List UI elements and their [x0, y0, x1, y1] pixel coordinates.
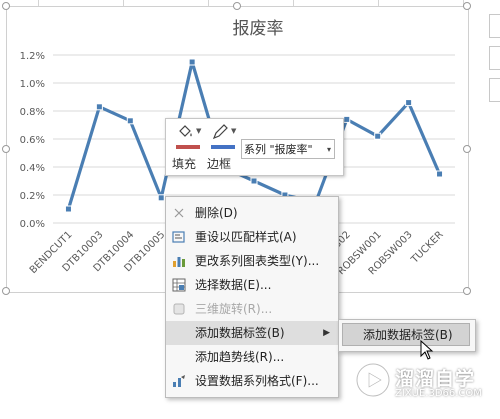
fill-dropdown-arrow-icon[interactable]: ▼ [196, 127, 201, 135]
menu-item-label: 添加数据标签(B) [195, 326, 285, 340]
data-point[interactable] [64, 205, 72, 213]
watermark: 溜溜自学 ZIXUE.3D66.COM [355, 362, 495, 402]
resize-handle-bottom-left[interactable] [2, 287, 10, 295]
menu-item-label: 三维旋转(R)... [195, 302, 273, 316]
delete-icon [171, 205, 187, 221]
reset-style-icon [171, 229, 187, 245]
data-point[interactable] [95, 103, 103, 111]
menu-item-select-data[interactable]: 选择数据(E)... [166, 273, 338, 297]
submenu-arrow-icon: ▶ [323, 328, 330, 338]
y-tick-label: 0.4% [20, 163, 45, 174]
chart-title: 报废率 [233, 19, 284, 39]
x-tick-label: TUCKER [409, 229, 446, 266]
data-point[interactable] [374, 132, 382, 140]
menu-item-3d-rotation[interactable]: 三维旋转(R)... [166, 297, 338, 321]
chart-filters-button[interactable] [489, 78, 500, 102]
mini-format-toolbar: ▼ 填充 ▼ 边框 系列 "报废率" ▾ [165, 118, 344, 176]
fill-label: 填充 [172, 157, 197, 171]
y-tick-label: 1.2% [20, 51, 45, 62]
context-menu: 删除(D) 重设以匹配样式(A) 更改系列图表类型(Y)... 选择数据(E).… [165, 196, 339, 398]
resize-handle-left[interactable] [2, 145, 10, 153]
data-point[interactable] [405, 99, 413, 107]
menu-item-reset-style[interactable]: 重设以匹配样式(A) [166, 225, 338, 249]
play-logo-icon [355, 362, 391, 398]
submenu-item-add-data-labels[interactable]: 添加数据标签(B) [342, 323, 470, 346]
3d-rotate-icon [171, 301, 187, 317]
resize-handle-top-right[interactable] [463, 2, 471, 10]
data-point[interactable] [436, 170, 444, 178]
data-point[interactable] [188, 58, 196, 66]
series-selector-dropdown[interactable]: 系列 "报废率" ▾ [241, 139, 335, 159]
data-point[interactable] [343, 115, 351, 123]
menu-item-label: 设置数据系列格式(F)... [195, 374, 319, 388]
y-tick-label: 0.8% [20, 107, 45, 118]
chart-styles-button[interactable] [489, 46, 500, 70]
data-point[interactable] [157, 194, 165, 202]
watermark-url: ZIXUE.3D66.COM [395, 388, 482, 399]
chart-elements-button[interactable] [489, 14, 500, 38]
resize-handle-bottom-right[interactable] [463, 287, 471, 295]
chart-type-icon [171, 253, 187, 269]
resize-handle-top-left[interactable] [2, 2, 10, 10]
select-data-icon [171, 277, 187, 293]
data-labels-submenu: 添加数据标签(B) [338, 319, 476, 352]
menu-item-label: 删除(D) [195, 206, 238, 220]
menu-item-add-trendline[interactable]: 添加趋势线(R)... [166, 345, 338, 369]
menu-item-label: 添加趋势线(R)... [195, 350, 285, 364]
data-point[interactable] [250, 177, 258, 185]
fill-button[interactable]: ▼ 填充 [172, 123, 206, 171]
menu-item-change-chart-type[interactable]: 更改系列图表类型(Y)... [166, 249, 338, 273]
resize-handle-right[interactable] [463, 145, 471, 153]
chevron-down-icon: ▾ [326, 145, 331, 154]
y-tick-label: 1.0% [20, 79, 45, 90]
resize-handle-top[interactable] [233, 2, 241, 10]
series-selector-value: 系列 "报废率" [244, 143, 313, 156]
menu-item-label: 重设以匹配样式(A) [195, 230, 297, 244]
menu-item-format-data-series[interactable]: 设置数据系列格式(F)... [166, 369, 338, 393]
y-tick-label: 0.6% [20, 135, 45, 146]
watermark-title: 溜溜自学 [395, 368, 476, 390]
fill-color-swatch [176, 145, 200, 149]
menu-item-label: 选择数据(E)... [195, 278, 272, 292]
outline-color-swatch [211, 145, 235, 149]
menu-item-label: 更改系列图表类型(Y)... [195, 254, 320, 268]
menu-item-delete[interactable]: 删除(D) [166, 201, 338, 225]
submenu-item-label: 添加数据标签(B) [363, 328, 453, 342]
y-tick-label: 0.2% [20, 191, 45, 202]
format-series-icon [171, 373, 187, 389]
mouse-cursor-icon [420, 340, 434, 360]
outline-dropdown-arrow-icon[interactable]: ▼ [231, 127, 236, 135]
data-point[interactable] [126, 117, 134, 125]
outline-button[interactable]: ▼ 边框 [207, 123, 241, 171]
y-tick-label: 0.0% [20, 219, 45, 230]
menu-item-add-data-labels[interactable]: 添加数据标签(B) ▶ [166, 321, 338, 345]
